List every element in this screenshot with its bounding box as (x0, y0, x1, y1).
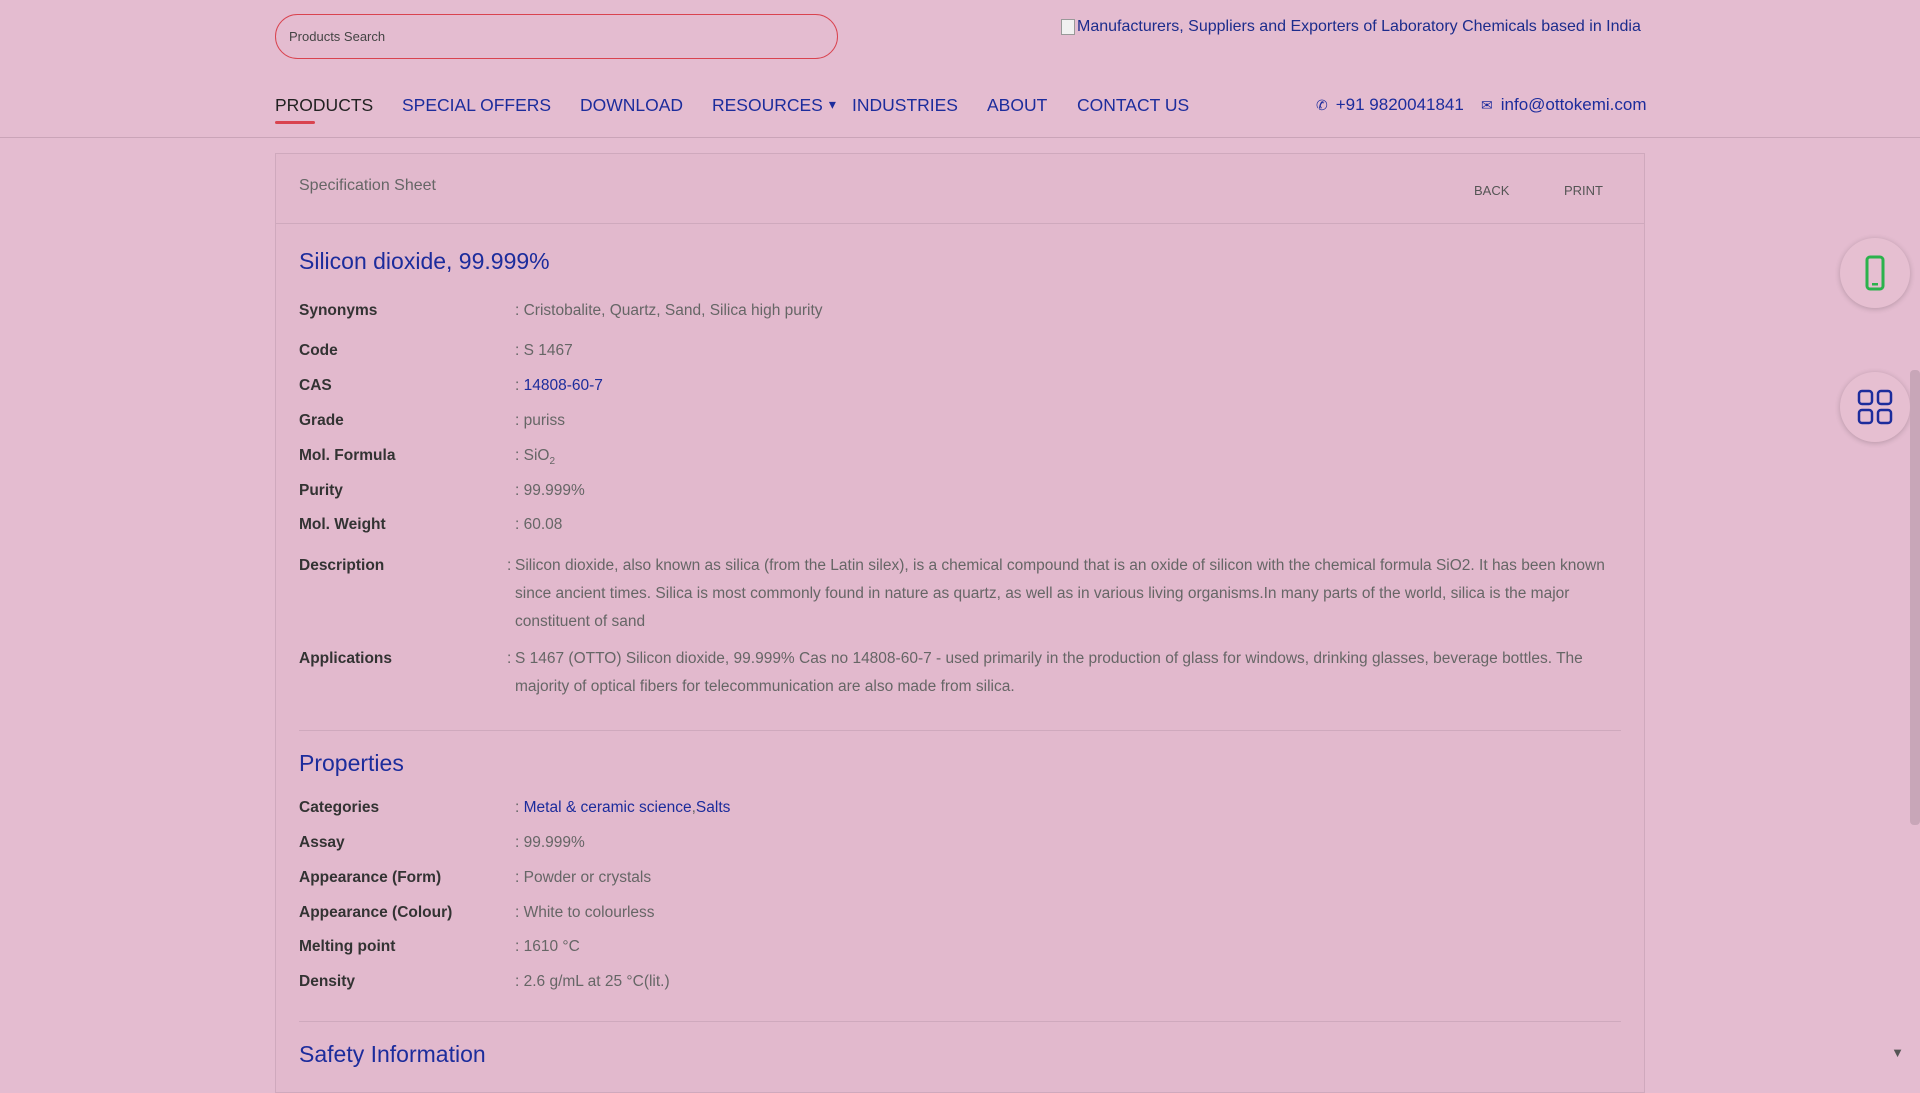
broken-image-icon (1061, 19, 1075, 35)
melting-label: Melting point (299, 938, 396, 955)
formula-subscript: 2 (549, 456, 556, 468)
grade-label: Grade (299, 412, 344, 429)
grid-icon (1857, 389, 1893, 425)
search-placeholder: Products Search (289, 29, 386, 44)
formula-main: SiO (523, 447, 550, 464)
email-address: info@ottokemi.com (1500, 95, 1647, 114)
density-value: : 2.6 g/mL at 25 °C(lit.) (515, 973, 670, 990)
nav-resources[interactable]: RESOURCES ▾ (712, 95, 836, 116)
code-value: : S 1467 (515, 342, 573, 359)
top-header: Products Search Manufacturers, Suppliers… (0, 0, 1920, 70)
category-link-salts[interactable]: Salts (696, 799, 730, 816)
category-link-metal-ceramic[interactable]: Metal & ceramic science (524, 799, 692, 816)
form-value: : Powder or crystals (515, 869, 652, 886)
synonyms-value: : Cristobalite, Quartz, Sand, Silica hig… (515, 302, 823, 319)
purity-label: Purity (299, 482, 343, 499)
synonyms-label: Synonyms (299, 302, 378, 319)
whatsapp-icon (1865, 255, 1885, 291)
email-link[interactable]: ✉ info@ottokemi.com (1481, 95, 1647, 115)
scroll-down-icon[interactable]: ▼ (1891, 1045, 1904, 1060)
weight-label: Mol. Weight (299, 516, 386, 533)
envelope-icon: ✉ (1481, 96, 1493, 113)
properties-heading: Properties (299, 750, 404, 776)
nav-products[interactable]: PRODUCTS (275, 95, 373, 124)
site-logo[interactable]: Manufacturers, Suppliers and Exporters o… (1061, 16, 1641, 38)
section-divider (299, 1021, 1621, 1022)
density-label: Density (299, 973, 355, 990)
assay-value: : 99.999% (515, 834, 585, 851)
phone-number: +91 9820041841 (1335, 95, 1464, 114)
logo-alt-text: Manufacturers, Suppliers and Exporters o… (1077, 18, 1641, 35)
assay-label: Assay (299, 834, 345, 851)
colour-value: : White to colourless (515, 904, 655, 921)
weight-value: : 60.08 (515, 516, 563, 533)
cas-value: : 14808-60-7 (515, 377, 603, 394)
nav-about[interactable]: ABOUT (987, 95, 1047, 116)
description-value: Silicon dioxide, also known as silica (f… (515, 557, 1605, 630)
panel-title: Specification Sheet (299, 177, 436, 194)
quick-menu-button[interactable] (1840, 372, 1910, 442)
formula-label: Mol. Formula (299, 447, 396, 464)
whatsapp-button[interactable] (1840, 238, 1910, 308)
applications-value: S 1467 (OTTO) Silicon dioxide, 99.999% C… (515, 650, 1583, 695)
nav-special-offers[interactable]: SPECIAL OFFERS (402, 95, 551, 116)
categories-value: : Metal & ceramic science,Salts (515, 799, 731, 816)
panel-header: Specification Sheet BACK PRINT (276, 154, 1644, 224)
search-input[interactable]: Products Search (275, 14, 838, 59)
dropdown-caret-icon: ▾ (828, 96, 836, 112)
nav-contact-us[interactable]: CONTACT US (1077, 95, 1189, 116)
colour-label: Appearance (Colour) (299, 904, 453, 921)
melting-value: : 1610 °C (515, 938, 580, 955)
safety-heading: Safety Information (299, 1041, 486, 1067)
nav-resources-label: RESOURCES (712, 95, 823, 115)
phone-icon: ✆ (1316, 96, 1328, 113)
description-label: Description (299, 557, 385, 574)
purity-value: : 99.999% (515, 482, 585, 499)
form-label: Appearance (Form) (299, 869, 442, 886)
main-navigation: PRODUCTS SPECIAL OFFERS DOWNLOAD RESOURC… (0, 70, 1920, 138)
back-button[interactable]: BACK (1474, 183, 1509, 198)
applications-label: Applications (299, 650, 393, 667)
nav-industries[interactable]: INDUSTRIES (852, 95, 958, 116)
section-divider (299, 730, 1621, 731)
page-scrollbar[interactable] (1910, 370, 1920, 825)
code-label: Code (299, 342, 338, 359)
grade-value: : puriss (515, 412, 565, 429)
phone-link[interactable]: ✆ +91 9820041841 (1316, 95, 1464, 115)
nav-download[interactable]: DOWNLOAD (580, 95, 683, 116)
formula-value: : SiO2 (515, 447, 556, 468)
cas-label: CAS (299, 377, 332, 394)
categories-label: Categories (299, 799, 380, 816)
print-button[interactable]: PRINT (1564, 183, 1603, 198)
product-name: Silicon dioxide, 99.999% (299, 248, 550, 274)
specification-panel: Specification Sheet BACK PRINT Silicon d… (275, 153, 1645, 1093)
cas-link[interactable]: 14808-60-7 (524, 377, 603, 394)
